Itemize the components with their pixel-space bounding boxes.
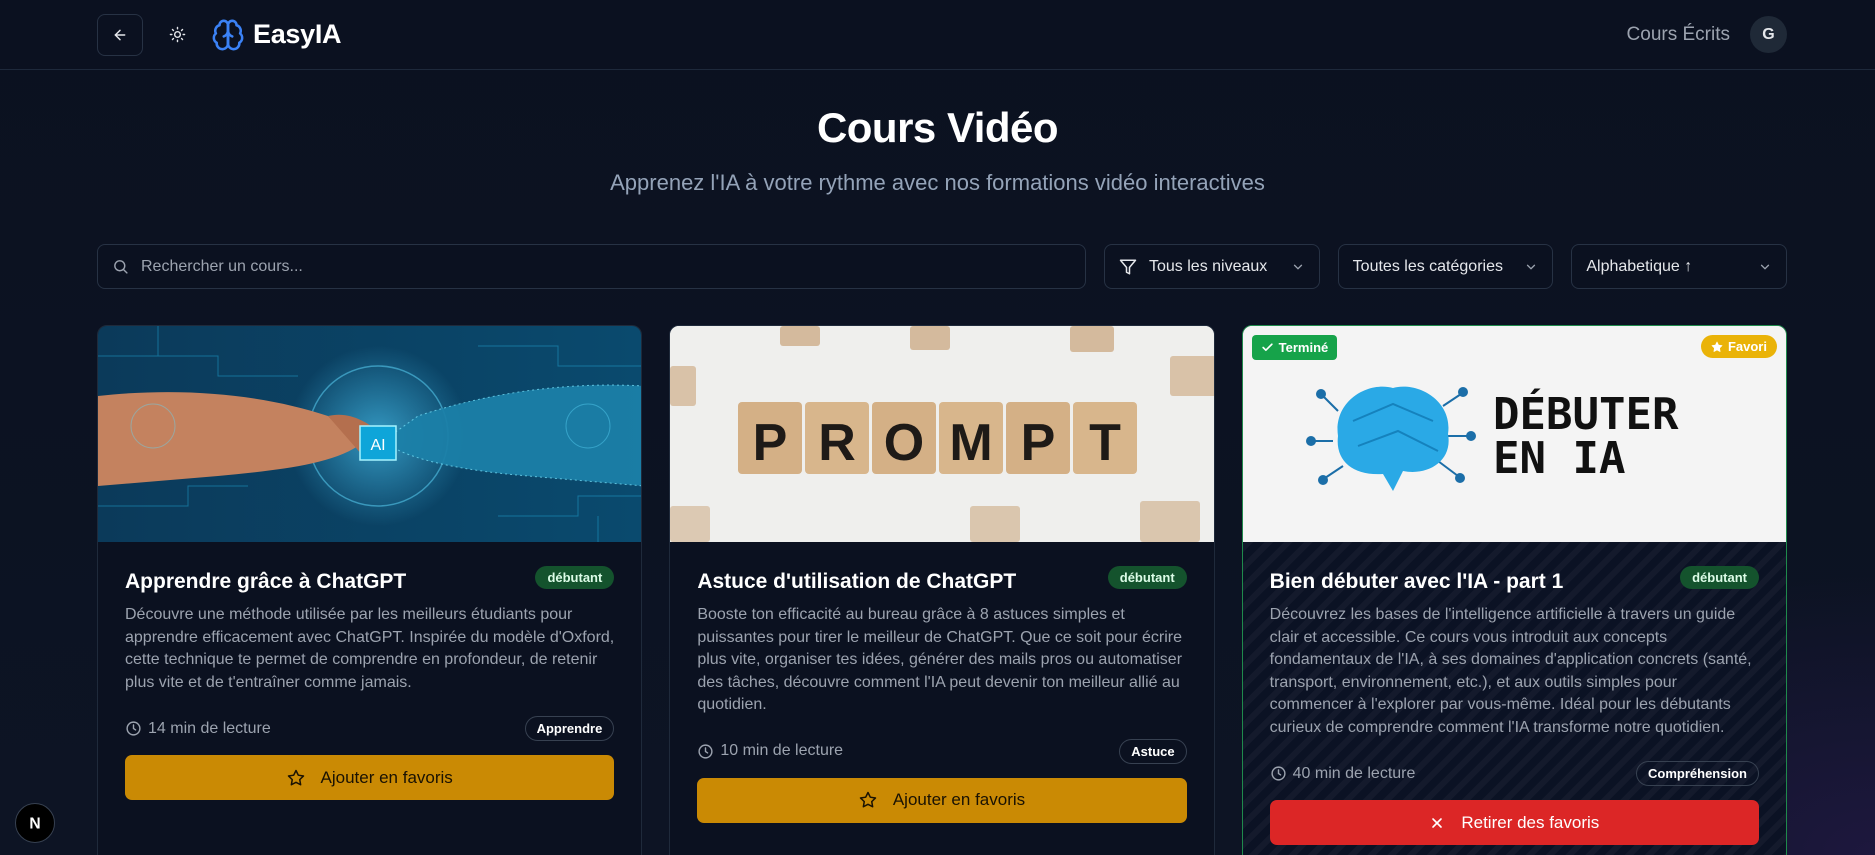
hero: Cours Vidéo Apprenez l'IA à votre rythme… [0,70,1875,196]
nav-link-written-courses[interactable]: Cours Écrits [1627,24,1730,46]
theme-toggle-button[interactable] [157,15,197,55]
app-name: EasyIA [253,19,342,49]
sort-select-value: Alphabetique ↑ [1586,257,1693,275]
sun-icon [169,26,185,43]
course-duration: 14 min de lecture [125,720,271,738]
course-title: Apprendre grâce à ChatGPT [125,570,407,593]
block-letter: R [819,414,857,472]
search-input[interactable] [141,257,1041,276]
add-favorite-label: Ajouter en favoris [892,790,1026,809]
prompt-blocks-image: P R O M P T [670,326,1214,542]
search-box [97,244,1086,289]
block-letter: P [1021,414,1056,472]
clock-icon [698,743,713,759]
close-icon [1432,817,1443,828]
course-duration: 10 min de lecture [697,742,843,760]
category-select-value: Toutes les catégories [1352,257,1503,275]
nextjs-dev-button[interactable]: N [15,803,55,843]
add-favorite-button[interactable]: Ajouter en favoris [697,777,1187,823]
level-badge: débutant [1680,566,1759,589]
level-badge: débutant [1107,566,1187,589]
course-title: Astuce d'utilisation de ChatGPT [697,570,1017,593]
course-title: Bien débuter avec l'IA - part 1 [1269,570,1564,593]
category-tag: Compréhension [1636,761,1759,786]
course-thumbnail-prompt: P R O M P T [670,326,1214,542]
clock-icon [1271,766,1286,781]
duration-text: 40 min de lecture [1292,764,1416,782]
thumb-ai-label: AI [370,437,385,454]
chevron-down-icon [1293,264,1302,270]
block-letter: M [950,414,993,472]
handshake-image: AI [98,326,642,542]
block-letter: P [753,414,788,472]
course-description: Booste ton efficacité au bureau grâce à … [697,606,1183,713]
course-description: Découvrez les bases de l'intelligence ar… [1269,606,1752,736]
course-card[interactable]: Terminé Favori DÉBUTER EN IA Bien débute… [1241,325,1787,855]
logo[interactable]: EasyIA [211,18,342,52]
remove-favorite-button[interactable]: Retirer des favoris [1269,800,1759,845]
chevron-down-icon [1527,264,1536,270]
course-grid: AI Apprendre grâce à ChatGPT débutant Dé… [0,325,1875,855]
filter-icon [1119,259,1137,274]
category-tag: Astuce [1119,738,1187,764]
add-favorite-label: Ajouter en favoris [320,767,453,787]
top-header: EasyIA Cours Écrits G [0,0,1875,70]
duration-text: 14 min de lecture [148,719,271,737]
course-card[interactable]: AI Apprendre grâce à ChatGPT débutant Dé… [97,325,643,855]
favorite-badge: Favori [1700,335,1777,358]
completed-badge: Terminé [1251,335,1338,360]
clock-icon [126,721,141,736]
check-icon [1262,343,1273,352]
back-button[interactable] [97,13,143,56]
star-icon [859,791,877,808]
duration-text: 10 min de lecture [720,742,844,759]
star-icon [1711,341,1723,352]
search-icon [114,260,128,274]
course-card[interactable]: P R O M P T Astuce d'utilisation de Chat… [669,325,1215,855]
page-title: Cours Vidéo [816,104,1059,151]
course-duration: 40 min de lecture [1270,764,1416,783]
level-select[interactable]: Tous les niveaux [1104,244,1320,289]
category-select[interactable]: Toutes les catégories [1337,244,1554,289]
level-badge: débutant [535,566,615,589]
add-favorite-button[interactable]: Ajouter en favoris [125,755,615,800]
course-thumbnail-debuter: Terminé Favori DÉBUTER EN IA [1242,326,1786,542]
course-thumbnail-handshake: AI [98,326,642,542]
fab-letter: N [29,816,40,833]
filter-bar: Tous les niveaux Toutes les catégories A… [0,244,1875,289]
level-select-value: Tous les niveaux [1149,257,1268,275]
chevron-down-icon [1760,264,1770,270]
remove-favorite-label: Retirer des favoris [1461,812,1600,832]
category-tag: Apprendre [524,716,615,741]
completed-label: Terminé [1278,340,1329,355]
nextjs-logo-icon: N [29,816,40,833]
brain-icon [212,19,244,50]
sort-select[interactable]: Alphabetique ↑ [1571,244,1788,289]
block-letter: O [884,414,924,472]
course-description: Découvre une méthode utilisée par les me… [125,606,615,691]
block-letter: T [1089,414,1121,472]
favorite-label: Favori [1727,339,1767,354]
thumb-text-line2: EN IA [1493,433,1625,484]
arrow-left-icon [114,29,126,40]
star-icon [287,769,304,786]
avatar[interactable]: G [1750,16,1787,53]
page-subtitle: Apprenez l'IA à votre rythme avec nos fo… [610,170,1265,195]
